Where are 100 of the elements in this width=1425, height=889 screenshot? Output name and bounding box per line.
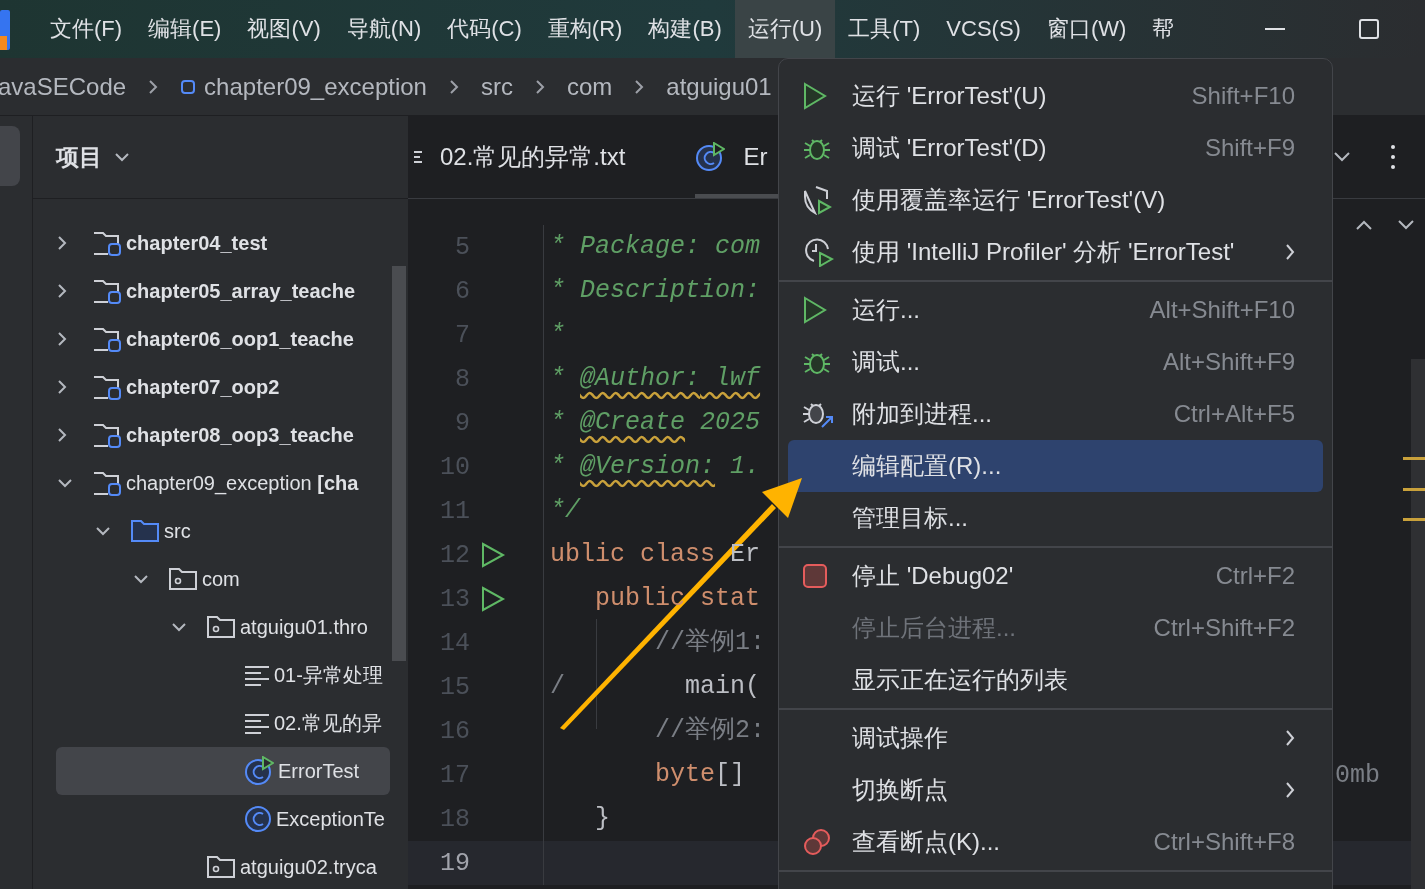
code-line: byte[] [654, 759, 746, 791]
code-line: public stat [594, 583, 761, 615]
run-icon[interactable] [480, 586, 506, 612]
tree-item[interactable]: atguigu02.tryca [56, 843, 408, 889]
chevron-right-icon [634, 78, 645, 95]
scrollbar-thumb[interactable] [392, 266, 406, 661]
more-icon[interactable] [1391, 145, 1395, 169]
menu-item[interactable]: VCS(S) [933, 0, 1034, 58]
chevron-right-icon [148, 78, 159, 95]
code-line: } [594, 803, 610, 835]
code-line: * @Create 2025 [549, 407, 761, 439]
chevron-up-icon[interactable] [1355, 219, 1373, 231]
runnable-class-icon [244, 756, 274, 786]
chevron-down-icon[interactable] [56, 477, 74, 489]
menu-item[interactable]: 显示正在运行的列表 [788, 654, 1323, 706]
chevron-down-icon[interactable] [94, 525, 112, 537]
tree-item[interactable]: atguigu01.thro [56, 603, 408, 651]
selected-tree-item[interactable]: ErrorTest [56, 747, 390, 795]
menu-item[interactable]: 运行(U) [734, 0, 836, 58]
code-line: //举例2: [654, 715, 766, 747]
module-folder-icon [92, 373, 122, 401]
menu-item[interactable]: 使用 'IntelliJ Profiler' 分析 'ErrorTest' [788, 226, 1323, 278]
chevron-right-icon[interactable] [56, 282, 68, 300]
code-line: 0mb [1335, 760, 1380, 790]
tree-item[interactable]: ExceptionTe [56, 795, 408, 843]
menu-item[interactable]: 停止 'Debug02' Ctrl+F2 [788, 550, 1323, 602]
chevron-right-icon[interactable] [56, 330, 68, 348]
menu-item[interactable]: 运行... Alt+Shift+F10 [788, 284, 1323, 336]
text-file-icon [244, 664, 270, 686]
menu-item[interactable]: 切换断点 [788, 764, 1323, 816]
breadcrumb-item[interactable]: atguigu01 [666, 72, 772, 101]
code-line: */ [549, 495, 580, 527]
chevron-down-icon[interactable] [1397, 219, 1415, 231]
chevron-right-icon[interactable] [56, 426, 68, 444]
code-line: ublic class Er [549, 539, 761, 571]
chevron-down-icon[interactable] [1333, 151, 1351, 163]
maximize-icon[interactable] [1359, 19, 1379, 39]
breadcrumb-item[interactable]: com [566, 72, 613, 101]
menu-item[interactable]: 管理目标... [788, 492, 1323, 544]
tree-item[interactable]: 01-异常处理 [56, 651, 408, 699]
menu-item[interactable]: 视图(V) [234, 0, 334, 58]
menu-item[interactable]: 编辑配置(R)... [788, 440, 1323, 492]
menu-item[interactable]: 窗口(W) [1033, 0, 1140, 58]
chevron-right-icon[interactable] [56, 234, 68, 252]
breadcrumb-item[interactable]: src [480, 72, 513, 101]
chevron-right-icon [448, 78, 459, 95]
tree-item[interactable]: chapter08_oop3_teache [56, 411, 408, 459]
tree-item[interactable]: 02.常见的异 [56, 699, 408, 747]
panel-title[interactable]: 项目 [56, 141, 102, 173]
chevron-down-icon[interactable] [114, 152, 130, 162]
module-folder-icon [92, 277, 122, 305]
scrollbar-thumb[interactable] [1411, 359, 1425, 889]
editor-tab[interactable]: 02.常见的异常.txt [414, 116, 686, 198]
code-line: / main( [549, 671, 761, 703]
runnable-class-icon [695, 142, 726, 172]
package-folder-icon [168, 566, 198, 592]
chevron-down-icon[interactable] [132, 573, 150, 585]
menu-item[interactable]: 代码(C) [434, 0, 535, 58]
chevron-right-icon[interactable] [56, 378, 68, 396]
tree-item[interactable]: chapter07_oop2 [56, 363, 408, 411]
menu-item[interactable]: 工具(T) [835, 0, 934, 58]
menu-item[interactable]: 查看断点(K)... Ctrl+Shift+F8 [788, 816, 1323, 868]
menu-item[interactable]: 文件(F) [37, 0, 136, 58]
tree-item[interactable]: com [56, 555, 408, 603]
tree-item[interactable]: chapter04_test [56, 219, 408, 267]
app-logo-icon [0, 10, 10, 50]
folder-icon [130, 518, 160, 544]
run-icon [802, 296, 828, 324]
clock-run-icon [802, 237, 834, 267]
minimize-icon[interactable] [1265, 27, 1285, 31]
menu-item[interactable]: 帮 [1139, 0, 1188, 58]
tree-item[interactable]: chapter06_oop1_teache [56, 315, 408, 363]
menu-item[interactable]: 调试... Alt+Shift+F9 [788, 336, 1323, 388]
breadcrumb-item[interactable]: chapter09_exception [204, 72, 427, 101]
run-icon [802, 82, 828, 110]
tree-item[interactable]: chapter05_array_teache [56, 267, 408, 315]
code-line: * Description: [549, 275, 761, 307]
module-folder-icon [92, 469, 122, 497]
tree-item[interactable]: chapter09_exception [cha [56, 459, 408, 507]
chevron-right-icon [534, 78, 545, 95]
chevron-down-icon[interactable] [170, 621, 188, 633]
class-icon [244, 805, 272, 833]
code-line: * @Version: 1. [549, 451, 761, 483]
menu-item[interactable]: 编辑(E) [135, 0, 235, 58]
menu-item[interactable]: 导航(N) [333, 0, 435, 58]
run-icon[interactable] [480, 542, 506, 568]
text-file-icon [244, 712, 270, 734]
shield-run-icon [802, 185, 832, 215]
code-line: * @Author: lwf [549, 363, 761, 395]
menu-item[interactable]: 附加到进程... Ctrl+Alt+F5 [788, 388, 1323, 440]
menu-item[interactable]: 重构(R) [534, 0, 636, 58]
text-file-icon [414, 150, 422, 164]
menu-item[interactable]: 调试操作 [788, 712, 1323, 764]
module-icon [180, 78, 197, 95]
tree-item[interactable]: src [56, 507, 408, 555]
menu-item[interactable]: 构建(B) [635, 0, 735, 58]
module-folder-icon [92, 325, 122, 353]
package-folder-icon [206, 614, 236, 640]
module-folder-icon [92, 421, 122, 449]
module-folder-icon [92, 229, 122, 257]
